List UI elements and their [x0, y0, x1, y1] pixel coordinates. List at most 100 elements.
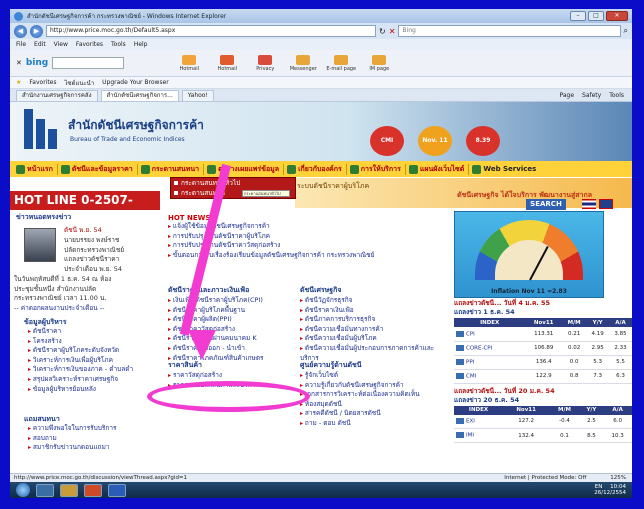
- econ-link[interactable]: ดัชนีความเชื่อมั่นผู้ประกอบการภาคการค้าแ…: [300, 344, 450, 354]
- index-table-2: INDEX Nov11 M/M Y/Y A/A EXI 127.2 -0.4 2.5 6.0 I…: [454, 405, 632, 443]
- nav-forum[interactable]: กระดานสนทนา: [140, 163, 205, 175]
- close-button[interactable]: ✕: [606, 11, 628, 21]
- knowledge-link[interactable]: รู้จักเว็บไซต์: [300, 371, 450, 381]
- word-taskbar-icon[interactable]: [108, 483, 126, 497]
- home-icon: [16, 164, 25, 174]
- index-tables: แถลงข่าวดัชนี... วันที่ 4 ม.ค. 55 แถลงข่…: [454, 299, 632, 446]
- knowledge-link[interactable]: ห้องสมุดดัชนี: [300, 400, 450, 410]
- info-icon: [287, 164, 297, 174]
- menu-favorites[interactable]: Favorites: [76, 41, 103, 48]
- address-bar: ◀ ▶ http://www.price.moc.go.th/Default5.…: [10, 23, 632, 39]
- econ-link[interactable]: ดัชนีวัฏจักรธุรกิจ: [300, 296, 450, 306]
- favorites-button[interactable]: Favorites: [29, 79, 56, 86]
- url-input[interactable]: http://www.price.moc.go.th/Default5.aspx: [46, 25, 376, 37]
- minimize-button[interactable]: –: [570, 11, 586, 21]
- site-logo[interactable]: [24, 107, 64, 149]
- refresh-icon[interactable]: ↻: [379, 27, 386, 36]
- suggested-sites-link[interactable]: ไซต์แนะนำ: [65, 78, 95, 88]
- nav-sitemap[interactable]: แผนผังเว็บไซต์: [408, 163, 470, 175]
- zoom-level[interactable]: 125%: [610, 475, 632, 481]
- cmi-badge[interactable]: CMI: [370, 126, 404, 156]
- nav-web-services[interactable]: Web Services: [472, 164, 540, 174]
- dropdown-general-forum[interactable]: กระดานสนทนาทั่วไป: [171, 178, 295, 188]
- toolbar-mail-button[interactable]: Hotmail: [210, 52, 244, 74]
- table-row[interactable]: IMI 132.4 0.1 8.5 10.3: [454, 428, 632, 443]
- site-search-button[interactable]: SEARCH: [526, 199, 566, 210]
- maximize-button[interactable]: □: [588, 11, 604, 21]
- econ-link[interactable]: ดัชนีราคาเงินเฟ้อ: [300, 306, 450, 316]
- toolbar-email-page-button[interactable]: E-mail page: [324, 52, 358, 74]
- tab-tpso[interactable]: สำนักดัชนีเศรษฐกิจการ...: [100, 89, 179, 101]
- nav-tables[interactable]: ตารางเผยแพร่ข้อมูล: [207, 163, 285, 175]
- web-page: สำนักดัชนีเศรษฐกิจการค้า Bureau of Trade…: [10, 102, 632, 473]
- table-row[interactable]: PPI 136.4 0.0 5.3 5.5: [454, 355, 632, 370]
- gauge-label: Inflation Nov 11 =2.83: [491, 288, 567, 295]
- table-row[interactable]: EXI 127.2 -0.4 2.5 6.0: [454, 414, 632, 429]
- menu-view[interactable]: View: [54, 41, 68, 48]
- knowledge-link[interactable]: ความรู้เกี่ยวกับดัชนีเศรษฐกิจการค้า: [300, 381, 450, 391]
- tools-menu[interactable]: Tools: [609, 92, 624, 99]
- menu-edit[interactable]: Edit: [34, 41, 46, 48]
- inflation-gauge[interactable]: Inflation Nov 11 =2.83: [454, 211, 604, 298]
- bing-search-input[interactable]: [52, 57, 125, 69]
- page-menu[interactable]: Page: [559, 92, 574, 99]
- table-row[interactable]: CORE-CPI 106.89 0.02 2.95 2.33: [454, 341, 632, 356]
- knowledge-link[interactable]: ถาม - ตอบ ดัชนี: [300, 419, 450, 429]
- english-flag-icon[interactable]: [599, 199, 613, 209]
- knowledge-section: ศูนย์ความรู้ด้านดัชนี รู้จักเว็บไซต์ ควา…: [300, 360, 450, 429]
- toolbar-privacy-button[interactable]: Privacy: [248, 52, 282, 74]
- forward-icon[interactable]: ▶: [30, 24, 43, 38]
- search-icon[interactable]: ⌕: [624, 26, 628, 36]
- table1-heading: แถลงข่าว 1 ธ.ค. 54: [454, 308, 515, 316]
- hotline-banner: HOT LINE 0-2507-7000: [10, 191, 160, 226]
- nav-services[interactable]: การให้บริการ: [349, 163, 406, 175]
- system-clock[interactable]: EN 10:04 26/12/2554: [594, 484, 632, 496]
- table2-heading-red[interactable]: แถลงข่าวดัชนี... วันที่ 20 ม.ค. 54: [454, 387, 632, 396]
- table-row[interactable]: CPI 113.31 0.21 4.19 3.85: [454, 327, 632, 342]
- security-zone[interactable]: Internet | Protected Mode: Off: [504, 475, 610, 481]
- start-button[interactable]: [16, 483, 30, 497]
- month-badge[interactable]: Nov. 11: [418, 126, 452, 156]
- goods-link[interactable]: ราคาวัสดุก่อสร้าง: [168, 371, 296, 381]
- table-row[interactable]: CMI 122.9 0.8 7.3 6.3: [454, 369, 632, 384]
- menu-file[interactable]: File: [16, 41, 26, 48]
- menu-tools[interactable]: Tools: [111, 41, 126, 48]
- site-name-en: Bureau of Trade and Economic Indices: [70, 136, 185, 143]
- news-item[interactable]: ขั้นตอนการรับเรื่องร้องเรียนข้อมูลดัชนีเ…: [168, 251, 448, 261]
- nav-home[interactable]: หน้าแรก: [16, 163, 58, 175]
- favorites-star-icon[interactable]: ★: [16, 79, 21, 86]
- toolbar-messenger-button[interactable]: Messenger: [286, 52, 320, 74]
- nav-about[interactable]: เกี่ยวกับองค์กร: [287, 163, 347, 175]
- bing-logo: bing: [25, 58, 49, 68]
- ie-taskbar-icon[interactable]: [36, 483, 54, 497]
- knowledge-section-title: ศูนย์ความรู้ด้านดัชนี: [300, 361, 362, 369]
- back-icon[interactable]: ◀: [14, 24, 27, 38]
- window-title: สำนักดัชนีเศรษฐกิจการค้า กระทรวงพาณิชย์ …: [27, 13, 227, 20]
- executive-links: ดัชนีราคา โครงสร้าง ดัชนีราคาผู้บริโภคระ…: [28, 327, 133, 394]
- econ-link[interactable]: ดัชนีความเชื่อมั่นผู้บริโภค: [300, 334, 450, 344]
- close-toolbar-icon[interactable]: ✕: [16, 59, 22, 67]
- safety-menu[interactable]: Safety: [582, 92, 601, 99]
- stop-icon[interactable]: ✕: [389, 27, 396, 36]
- econ-link[interactable]: ดัชนีภาคการบริการธุรกิจ: [300, 315, 450, 325]
- upgrade-browser-link[interactable]: Upgrade Your Browser: [102, 79, 169, 86]
- toolbar-hotmail-button[interactable]: Hotmail: [172, 52, 206, 74]
- tab-yahoo[interactable]: Yahoo!: [181, 89, 214, 101]
- tab-bar: สำนักงานเศรษฐกิจการคลัง สำนักดัชนีเศรษฐก…: [10, 89, 632, 102]
- toolbar-im-page-button[interactable]: IM page: [362, 52, 396, 74]
- nav-indices[interactable]: ดัชนีและข้อมูลราคา: [60, 163, 138, 175]
- explorer-taskbar-icon[interactable]: [60, 483, 78, 497]
- thai-flag-icon[interactable]: [582, 199, 596, 209]
- price-section-title: ดัชนีราคาและภาวะเงินเฟ้อ: [168, 286, 250, 294]
- econ-link[interactable]: ดัชนีความเชื่อมั่นทางการค้า: [300, 325, 450, 335]
- table1-heading-red[interactable]: แถลงข่าวดัชนี... วันที่ 4 ม.ค. 55: [454, 299, 632, 308]
- browser-search-input[interactable]: Bing: [398, 25, 621, 37]
- menu-help[interactable]: Help: [134, 41, 148, 48]
- value-badge[interactable]: 8.39: [466, 126, 500, 156]
- knowledge-link[interactable]: สารคดีดัชนี / นิตยสารดัชนี: [300, 409, 450, 419]
- knowledge-link[interactable]: เอกสารการวิเคราะห์ต่อเนื่องความคิดเห็น: [300, 390, 450, 400]
- tab-fiscal[interactable]: สำนักงานเศรษฐกิจการคลัง: [16, 89, 98, 101]
- media-taskbar-icon[interactable]: [84, 483, 102, 497]
- table-header: INDEX Nov11 M/M Y/Y A/A: [454, 405, 632, 415]
- favorites-bar: ★ Favorites ไซต์แนะนำ Upgrade Your Brows…: [10, 77, 632, 89]
